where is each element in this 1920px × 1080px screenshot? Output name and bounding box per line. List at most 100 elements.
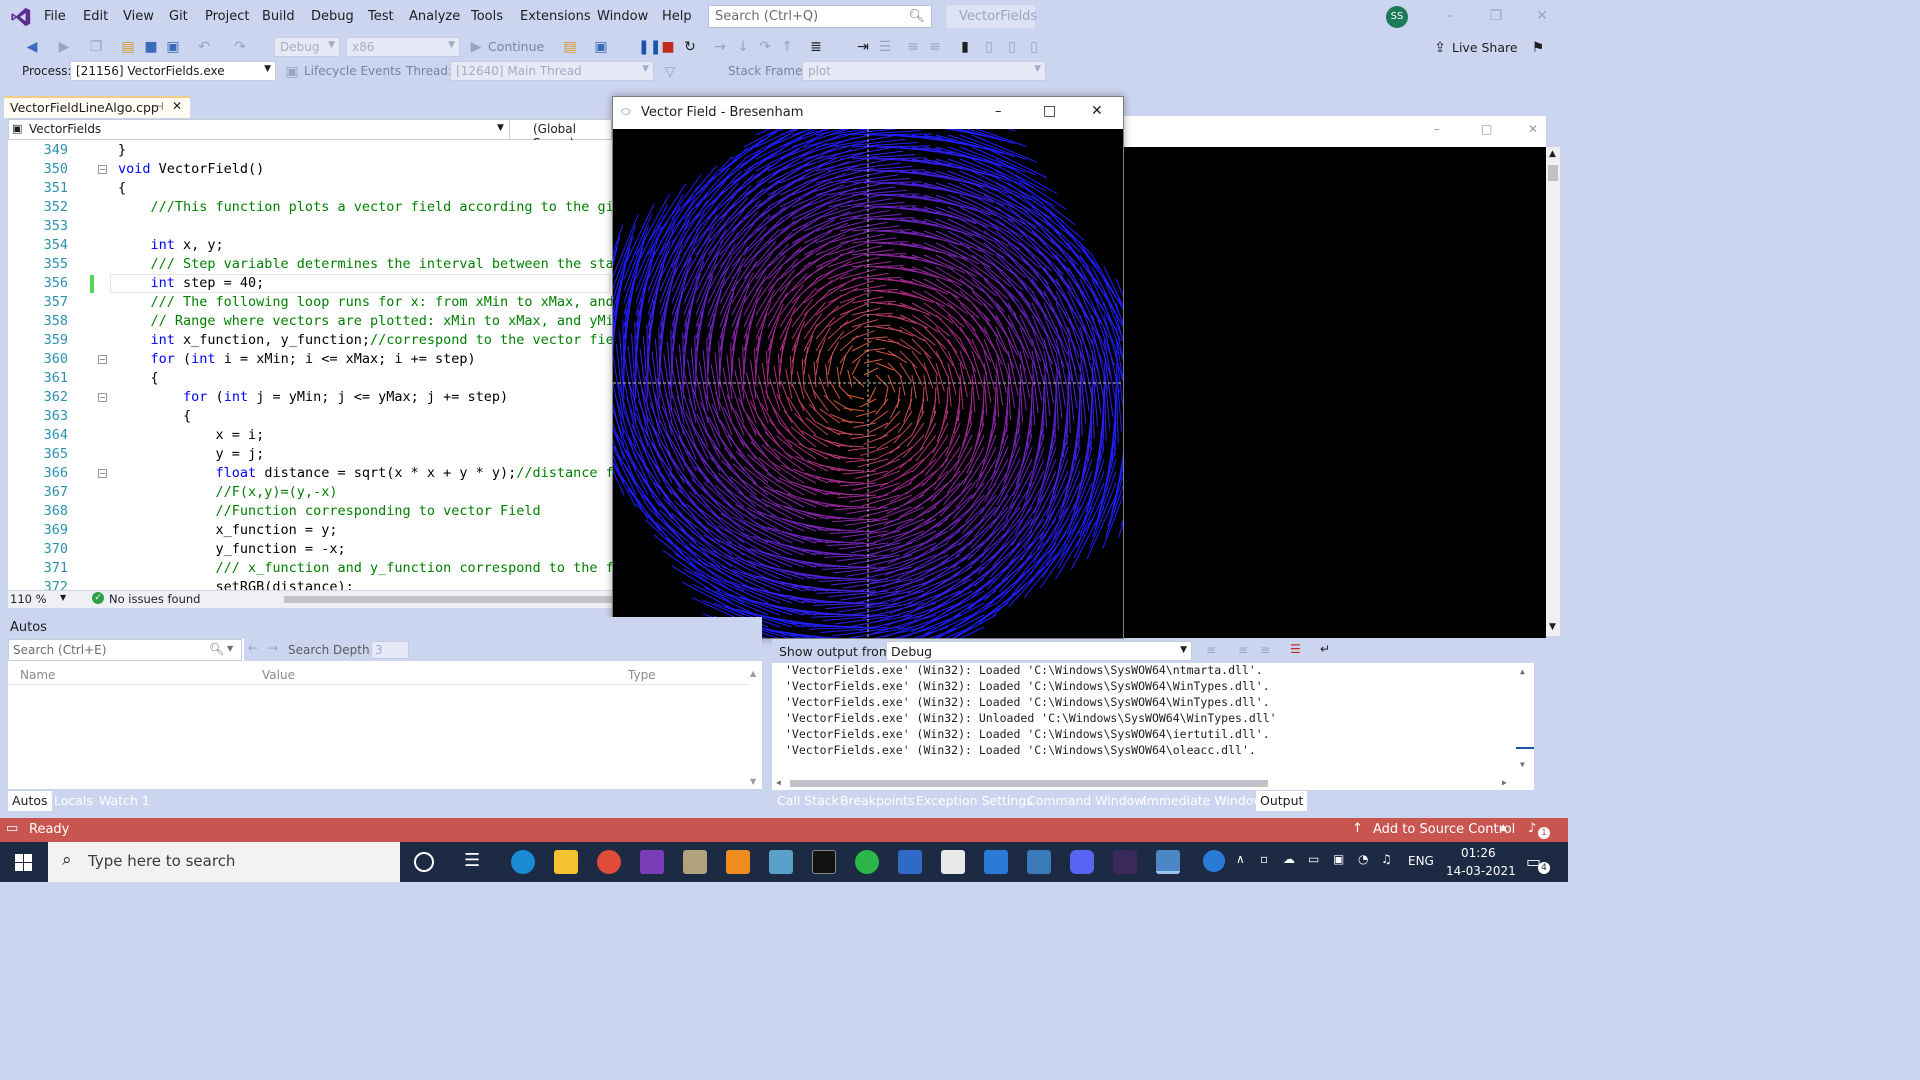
code-editor[interactable]: 349} 350 void VectorField() 351 {352 ///This…	[8, 140, 612, 590]
scroll-down-icon[interactable]: ▼	[1549, 622, 1556, 632]
stop-icon[interactable]: ■	[660, 39, 676, 55]
screenshot-icon[interactable]: ▣	[593, 39, 609, 55]
stack-frame-select[interactable]: plot ▼	[802, 61, 1046, 81]
menu-build[interactable]: Build	[262, 9, 295, 24]
maximize-icon[interactable]: □	[1043, 103, 1056, 119]
column-header-value[interactable]: Value	[262, 668, 295, 682]
chevron-down-icon[interactable]: ▼	[497, 123, 504, 133]
pause-icon[interactable]: ❚❚	[638, 39, 661, 55]
chevron-up-icon[interactable]: ∧	[1236, 852, 1245, 866]
tab-output[interactable]: Output	[1256, 791, 1308, 811]
battery-icon[interactable]: ▭	[1308, 852, 1319, 866]
menu-analyze[interactable]: Analyze	[409, 9, 460, 24]
meet-now-icon[interactable]: ▫	[1260, 852, 1268, 866]
output-source-select[interactable]: Debug ▼	[886, 641, 1192, 661]
scroll-right-icon[interactable]: ▶	[1502, 778, 1507, 787]
output-panel[interactable]: 'VectorFields.exe' (Win32): Loaded 'C:\W…	[772, 663, 1534, 790]
menu-project[interactable]: Project	[205, 9, 249, 24]
menu-window[interactable]: Window	[597, 9, 648, 24]
prev-message-icon[interactable]: ≡	[1238, 643, 1248, 657]
edge-icon[interactable]	[511, 850, 535, 874]
task-view-icon[interactable]: ☰	[464, 850, 488, 874]
redo-icon[interactable]: ↷	[232, 39, 248, 55]
new-item-icon[interactable]: ❐	[88, 39, 104, 55]
undo-icon[interactable]: ↶	[196, 39, 212, 55]
visual-studio-taskbar-icon[interactable]	[640, 850, 664, 874]
restart-icon[interactable]: ↻	[682, 39, 698, 55]
scroll-down-icon[interactable]: ▼	[750, 777, 756, 786]
whatsapp-icon[interactable]	[855, 850, 879, 874]
tab-autos[interactable]: Autos	[8, 791, 52, 811]
scroll-up-icon[interactable]: ▲	[1520, 667, 1525, 676]
clock-time[interactable]: 01:26	[1461, 846, 1496, 860]
platform-select[interactable]: x86 ▼	[346, 37, 460, 57]
language-indicator[interactable]: ENG	[1408, 854, 1434, 868]
close-icon[interactable]: ✕	[1532, 8, 1552, 24]
zoom-level[interactable]: 110 %	[10, 592, 47, 606]
feedback-icon[interactable]: ⚑	[1530, 40, 1546, 56]
search-forward-icon[interactable]: →	[268, 641, 278, 655]
step-into-icon[interactable]: ↓	[735, 39, 751, 55]
chevron-down-icon[interactable]: ▼	[227, 644, 233, 653]
clock-date[interactable]: 14-03-2021	[1446, 864, 1516, 878]
save-icon[interactable]: ■	[143, 39, 159, 55]
live-share-button[interactable]: Live Share	[1452, 40, 1518, 55]
attach-icon[interactable]: ▤	[562, 39, 578, 55]
next-bookmark-icon[interactable]: ▯	[1004, 39, 1020, 55]
tab-watch-1[interactable]: Watch 1	[95, 791, 154, 811]
console-scrollbar[interactable]: ▲ ▼	[1546, 147, 1560, 636]
restore-icon[interactable]: ❐	[1486, 8, 1506, 24]
clear-all-icon[interactable]: ☰	[1290, 642, 1301, 656]
horizontal-scrollbar[interactable]	[790, 780, 1268, 787]
chrome-icon[interactable]	[597, 850, 621, 874]
filter-icon[interactable]: ▽	[662, 64, 678, 80]
sublime-text-icon[interactable]	[726, 850, 750, 874]
onedrive-icon[interactable]: ☁	[1283, 852, 1295, 866]
scroll-up-icon[interactable]: ▲	[1549, 149, 1556, 159]
breakpoint-toggle-icon[interactable]: ⇥	[855, 39, 871, 55]
cortana-icon[interactable]	[414, 852, 434, 872]
tab-command-window[interactable]: Command Window	[1023, 791, 1149, 811]
discord-icon[interactable]	[1070, 850, 1094, 874]
fold-toggle-icon[interactable]: −	[98, 355, 107, 364]
thread-select[interactable]: [12640] Main Thread ▼	[450, 61, 654, 81]
tab-breakpoints[interactable]: Breakpoints	[836, 791, 918, 811]
database-icon[interactable]	[683, 850, 707, 874]
scroll-left-icon[interactable]: ◀	[776, 778, 781, 787]
store-icon[interactable]	[941, 850, 965, 874]
wifi-icon[interactable]: ◔	[1358, 852, 1368, 866]
process-select[interactable]: [21156] VectorFields.exe ▼	[70, 61, 276, 81]
scroll-up-icon[interactable]: ▲	[750, 669, 756, 678]
menu-tools[interactable]: Tools	[471, 9, 503, 24]
column-header-type[interactable]: Type	[628, 668, 656, 682]
menu-help[interactable]: Help	[662, 9, 692, 24]
paint-icon[interactable]	[769, 850, 793, 874]
chevron-down-icon[interactable]: ▼	[60, 593, 66, 602]
close-icon[interactable]: ✕	[1091, 103, 1103, 119]
tab-call-stack[interactable]: Call Stack	[773, 791, 843, 811]
continue-button[interactable]: Continue	[488, 39, 544, 54]
pin-icon[interactable]: ⊣	[154, 100, 164, 113]
vector-field-window[interactable]: ⬭ Vector Field - Bresenham – □ ✕	[612, 96, 1124, 639]
scroll-thumb[interactable]	[1548, 165, 1558, 181]
issues-status[interactable]: No issues found	[109, 592, 200, 606]
network-icon[interactable]: ▣	[1333, 852, 1344, 866]
close-icon[interactable]: ✕	[1528, 122, 1538, 136]
tab-immediate-window[interactable]: Immediate Window	[1139, 791, 1268, 811]
maximize-icon[interactable]: □	[1481, 122, 1492, 136]
vector-field-title-bar[interactable]: ⬭ Vector Field - Bresenham – □ ✕	[613, 97, 1123, 129]
menu-extensions[interactable]: Extensions	[520, 9, 591, 24]
minimize-icon[interactable]: –	[1440, 8, 1460, 24]
tab-locals[interactable]: Locals	[50, 791, 97, 811]
python-icon[interactable]	[1027, 850, 1051, 874]
document-tab[interactable]: VectorFieldLineAlgo.cpp ⊣ ✕	[4, 96, 190, 118]
fold-toggle-icon[interactable]: −	[98, 469, 107, 478]
fold-toggle-icon[interactable]: −	[98, 393, 107, 402]
avatar[interactable]: SS	[1386, 6, 1408, 28]
project-dropdown[interactable]: VectorFields	[29, 122, 101, 136]
step-over-icon[interactable]: ↷	[757, 39, 773, 55]
step-out-icon[interactable]: ↑	[779, 39, 795, 55]
bell-icon[interactable]: ♪	[1528, 821, 1536, 836]
hex-display-icon[interactable]: ≣	[808, 39, 824, 55]
scroll-down-icon[interactable]: ▼	[1520, 760, 1525, 769]
